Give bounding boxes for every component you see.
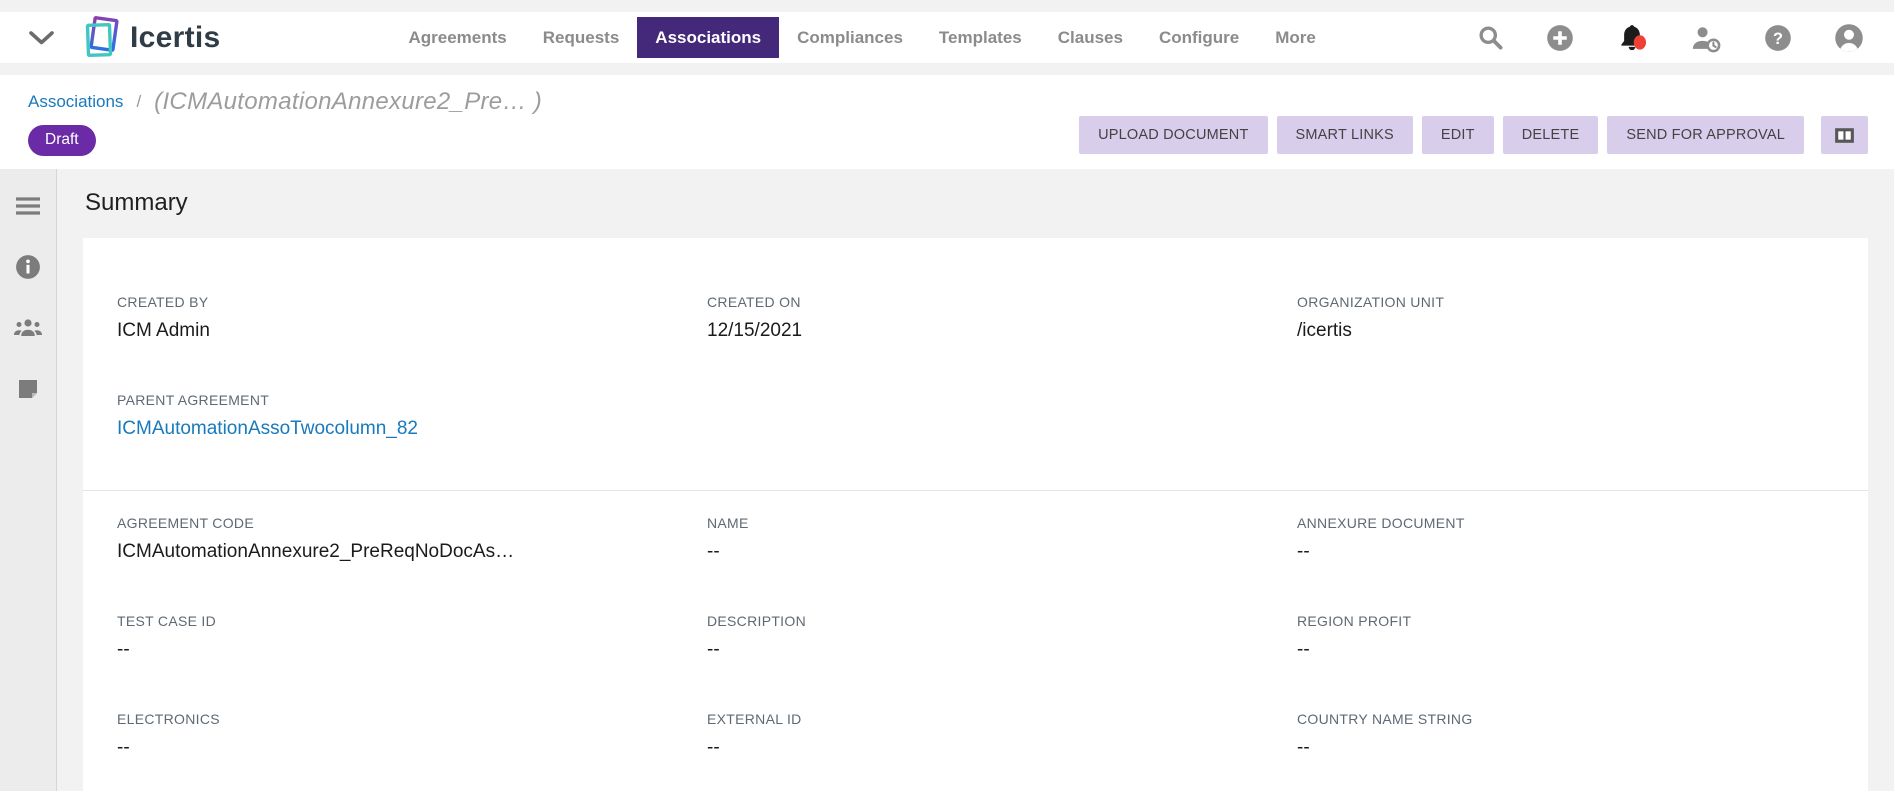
field-country-name-string: COUNTRY NAME STRING -- xyxy=(1297,711,1834,759)
navbar-icon-group: ? xyxy=(1477,22,1872,54)
status-badge: Draft xyxy=(28,125,96,156)
add-icon[interactable] xyxy=(1546,24,1574,52)
field-electronics: ELECTRONICS -- xyxy=(117,711,707,759)
field-value: ICM Admin xyxy=(117,320,707,342)
field-value: -- xyxy=(707,639,1297,661)
nav-item-associations[interactable]: Associations xyxy=(637,17,779,58)
summary-detail-grid: AGREEMENT CODE ICMAutomationAnnexure2_Pr… xyxy=(83,515,1868,759)
breadcrumb-associations-link[interactable]: Associations xyxy=(28,92,123,112)
field-value: ICMAutomationAnnexure2_PreReqNoDocAs… xyxy=(117,541,707,563)
field-value: -- xyxy=(707,541,1297,563)
action-buttons: UPLOAD DOCUMENT SMART LINKS EDIT DELETE … xyxy=(1079,116,1868,154)
search-icon[interactable] xyxy=(1477,24,1504,51)
field-label: TEST CASE ID xyxy=(117,613,707,629)
field-created-on: CREATED ON 12/15/2021 xyxy=(707,294,1297,342)
field-label: EXTERNAL ID xyxy=(707,711,1297,727)
breadcrumb: Associations / (ICMAutomationAnnexure2_P… xyxy=(28,88,1868,116)
notifications-bell-icon[interactable] xyxy=(1616,22,1648,54)
icertis-logo[interactable]: Icertis xyxy=(81,16,221,60)
field-label: DESCRIPTION xyxy=(707,613,1297,629)
field-region-profit: REGION PROFIT -- xyxy=(1297,613,1834,661)
field-value: /icertis xyxy=(1297,320,1834,342)
content-area: Summary CREATED BY ICM Admin CREATED ON … xyxy=(57,169,1894,791)
smart-links-button[interactable]: SMART LINKS xyxy=(1277,116,1413,154)
edit-button[interactable]: EDIT xyxy=(1422,116,1494,154)
field-value: -- xyxy=(117,737,707,759)
field-label: ELECTRONICS xyxy=(117,711,707,727)
send-for-approval-button[interactable]: SEND FOR APPROVAL xyxy=(1607,116,1804,154)
collapse-chevron-icon[interactable] xyxy=(28,30,55,46)
field-label: ANNEXURE DOCUMENT xyxy=(1297,515,1834,531)
notes-icon[interactable] xyxy=(11,372,45,406)
nav-item-agreements[interactable]: Agreements xyxy=(391,17,525,58)
field-agreement-code: AGREEMENT CODE ICMAutomationAnnexure2_Pr… xyxy=(117,515,707,563)
field-organization-unit: ORGANIZATION UNIT /icertis xyxy=(1297,294,1834,342)
field-value: -- xyxy=(707,737,1297,759)
breadcrumb-current-title: (ICMAutomationAnnexure2_Pre… ) xyxy=(154,88,542,116)
field-value: -- xyxy=(1297,737,1834,759)
icertis-logo-icon xyxy=(81,16,123,60)
field-label: NAME xyxy=(707,515,1297,531)
menu-icon[interactable] xyxy=(11,189,45,223)
field-external-id: EXTERNAL ID -- xyxy=(707,711,1297,759)
nav-item-more[interactable]: More xyxy=(1257,17,1334,58)
summary-card: CREATED BY ICM Admin CREATED ON 12/15/20… xyxy=(83,238,1868,791)
two-column-layout-icon xyxy=(1832,123,1857,148)
field-label: AGREEMENT CODE xyxy=(117,515,707,531)
two-column-layout-button[interactable] xyxy=(1821,116,1868,154)
section-divider xyxy=(83,490,1868,491)
field-value: 12/15/2021 xyxy=(707,320,1297,342)
top-navbar: Icertis Agreements Requests Associations… xyxy=(0,12,1894,63)
field-name: NAME -- xyxy=(707,515,1297,563)
field-description: DESCRIPTION -- xyxy=(707,613,1297,661)
field-label: PARENT AGREEMENT xyxy=(117,392,707,408)
field-value: -- xyxy=(117,639,707,661)
parent-agreement-link[interactable]: ICMAutomationAssoTwocolumn_82 xyxy=(117,418,707,440)
left-sidebar xyxy=(0,169,57,791)
help-icon[interactable]: ? xyxy=(1764,24,1792,52)
breadcrumb-separator: / xyxy=(136,92,141,112)
nav-item-compliances[interactable]: Compliances xyxy=(779,17,921,58)
summary-top-grid: CREATED BY ICM Admin CREATED ON 12/15/20… xyxy=(83,294,1868,440)
delegate-user-clock-icon[interactable] xyxy=(1690,23,1722,53)
brand-wordmark: Icertis xyxy=(130,21,221,55)
nav-item-requests[interactable]: Requests xyxy=(525,17,638,58)
field-created-by: CREATED BY ICM Admin xyxy=(117,294,707,342)
field-label: CREATED BY xyxy=(117,294,707,310)
page-header: Associations / (ICMAutomationAnnexure2_P… xyxy=(0,75,1894,169)
field-value: -- xyxy=(1297,639,1834,661)
field-value: -- xyxy=(1297,541,1834,563)
field-label: REGION PROFIT xyxy=(1297,613,1834,629)
account-profile-icon[interactable] xyxy=(1834,23,1864,53)
info-icon[interactable] xyxy=(11,250,45,284)
field-annexure-document: ANNEXURE DOCUMENT -- xyxy=(1297,515,1834,563)
field-parent-agreement: PARENT AGREEMENT ICMAutomationAssoTwocol… xyxy=(117,392,707,440)
nav-item-configure[interactable]: Configure xyxy=(1141,17,1257,58)
page-title: Summary xyxy=(85,189,1868,217)
nav-item-templates[interactable]: Templates xyxy=(921,17,1040,58)
field-label: COUNTRY NAME STRING xyxy=(1297,711,1834,727)
team-icon[interactable] xyxy=(11,311,45,345)
delete-button[interactable]: DELETE xyxy=(1503,116,1599,154)
main-nav: Agreements Requests Associations Complia… xyxy=(391,17,1334,58)
svg-text:?: ? xyxy=(1773,29,1783,47)
upload-document-button[interactable]: UPLOAD DOCUMENT xyxy=(1079,116,1267,154)
main-area: Summary CREATED BY ICM Admin CREATED ON … xyxy=(0,169,1894,791)
field-label: CREATED ON xyxy=(707,294,1297,310)
nav-item-clauses[interactable]: Clauses xyxy=(1040,17,1141,58)
field-test-case-id: TEST CASE ID -- xyxy=(117,613,707,661)
field-label: ORGANIZATION UNIT xyxy=(1297,294,1834,310)
